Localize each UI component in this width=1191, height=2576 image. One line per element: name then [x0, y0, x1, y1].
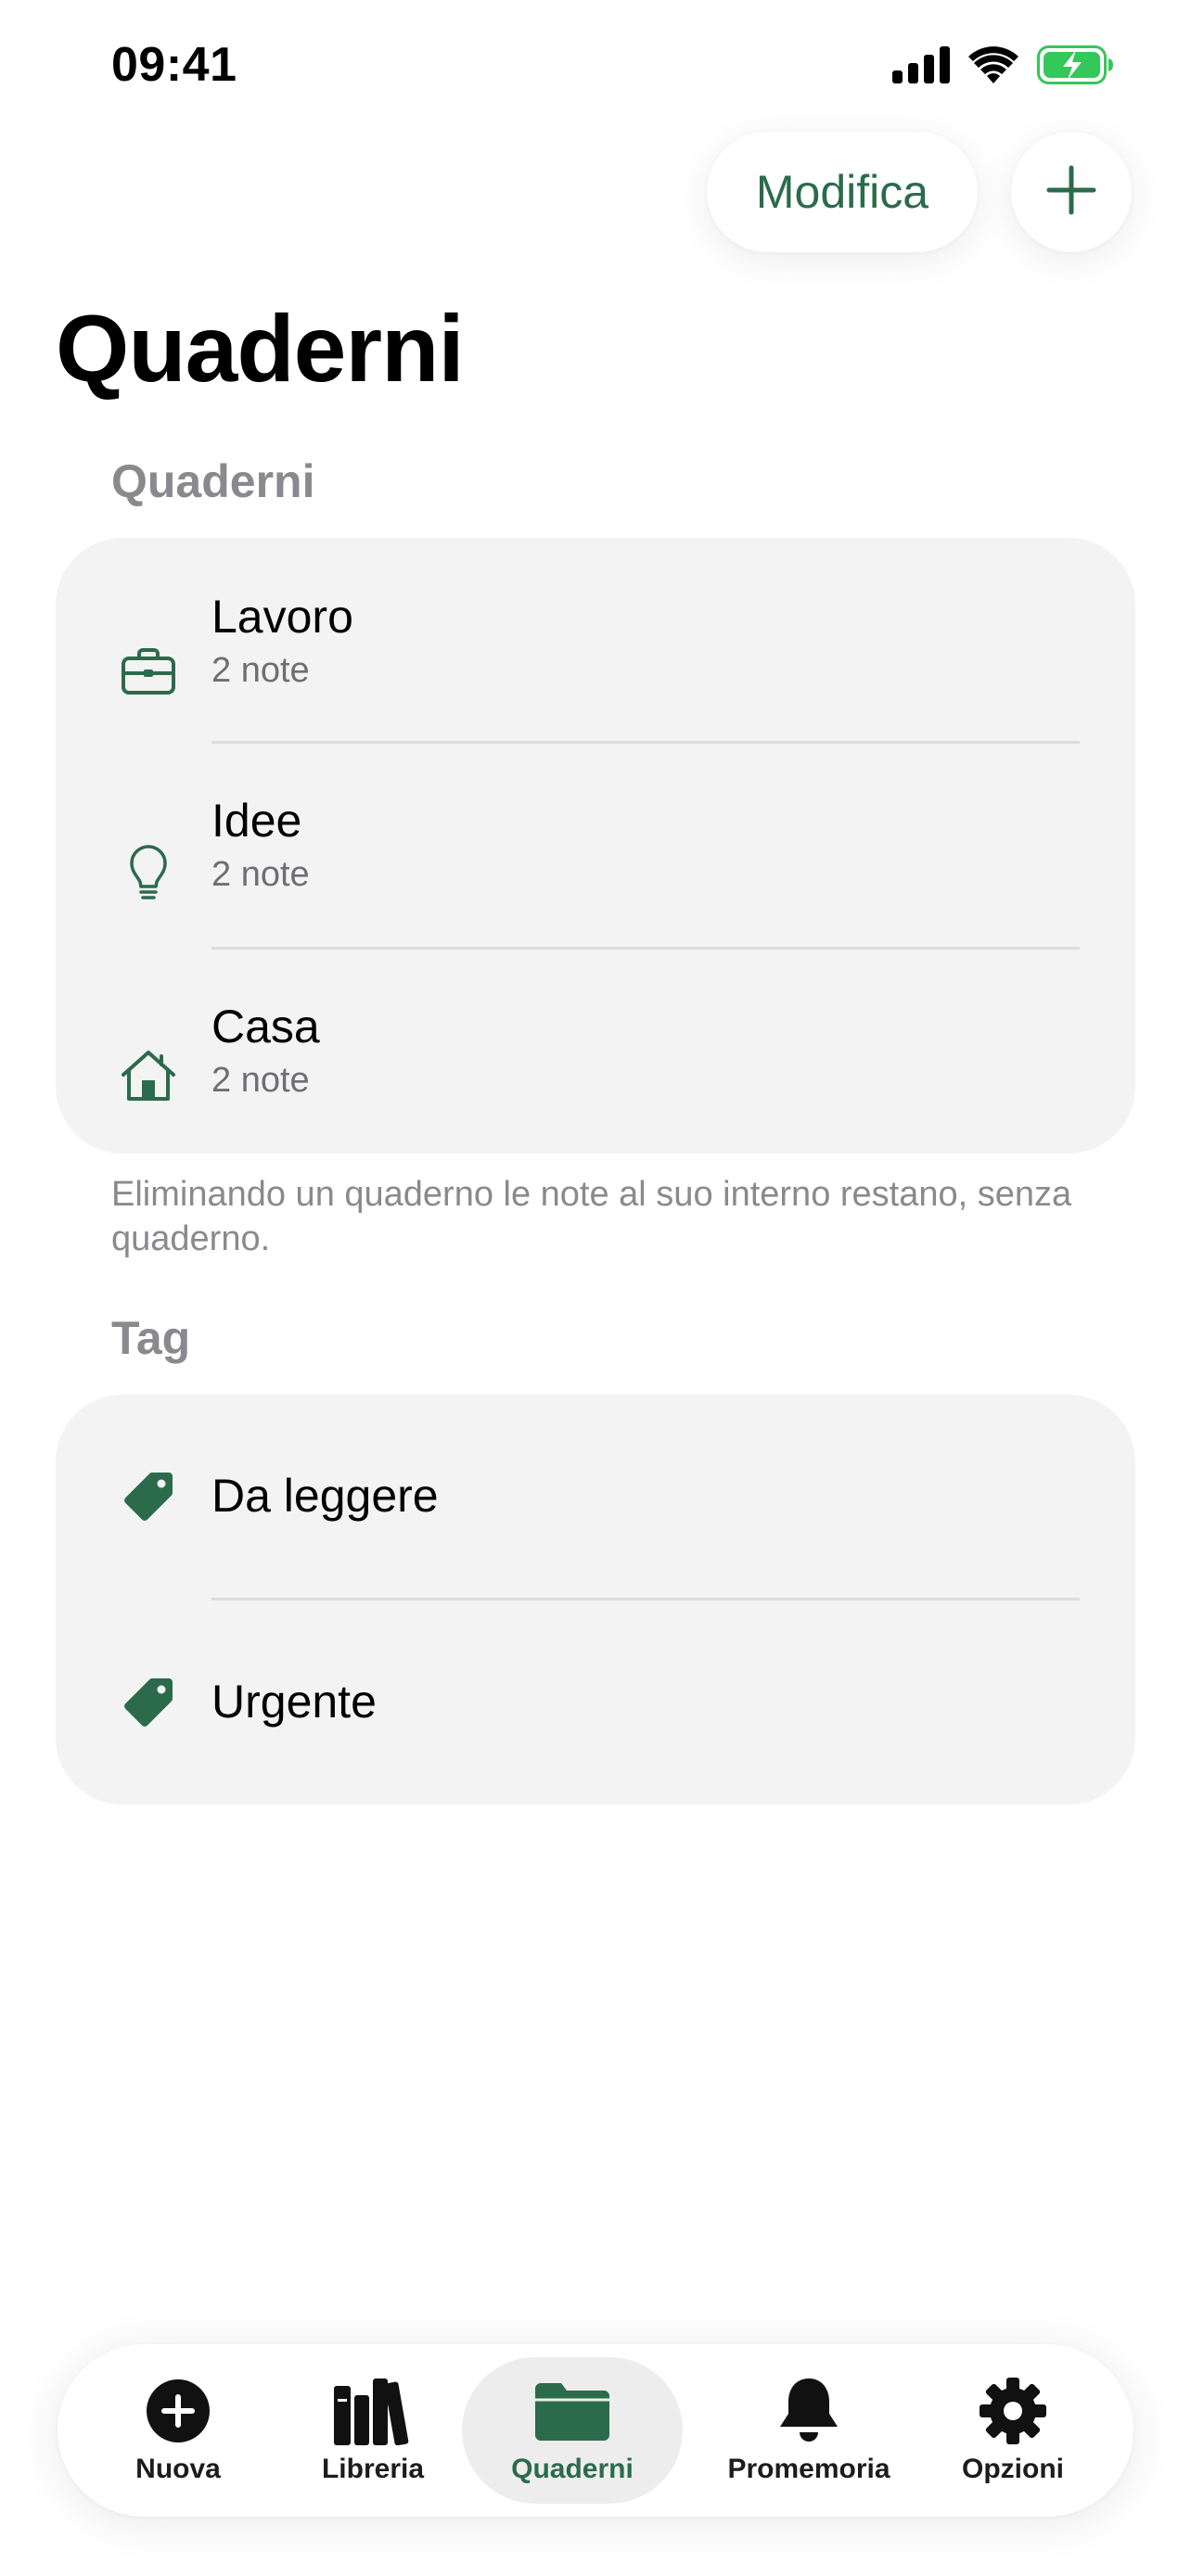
battery-charging-icon	[1037, 45, 1113, 89]
gear-icon	[967, 2374, 1059, 2448]
notebook-item-lavoro[interactable]: Lavoro 2 note	[56, 538, 1135, 742]
tab-label: Libreria	[321, 2454, 425, 2484]
status-time: 09:41	[111, 38, 237, 92]
edit-button[interactable]: Modifica	[707, 132, 978, 252]
wifi-icon	[968, 45, 1018, 88]
tag-icon	[119, 1673, 178, 1732]
cellular-signal-icon	[892, 45, 950, 88]
tab-nuova[interactable]: Nuova	[104, 2344, 252, 2517]
tag-icon	[119, 1467, 178, 1526]
house-icon	[119, 1046, 178, 1105]
page-title: Quaderni	[56, 296, 465, 402]
status-icons	[892, 45, 1113, 89]
tag-title: Urgente	[211, 1676, 377, 1728]
tab-opzioni[interactable]: Opzioni	[939, 2344, 1087, 2517]
tab-label: Opzioni	[962, 2454, 1064, 2484]
tag-item-urgente[interactable]: Urgente	[56, 1600, 1135, 1804]
tag-item-da-leggere[interactable]: Da leggere	[56, 1395, 1135, 1599]
briefcase-icon	[119, 642, 178, 701]
tab-quaderni[interactable]: Quaderni	[462, 2344, 683, 2517]
notebook-note-count: 2 note	[211, 855, 310, 894]
tags-section-header: Tag	[111, 1312, 191, 1364]
add-notebook-button[interactable]	[1011, 132, 1132, 252]
tab-libreria[interactable]: Libreria	[289, 2344, 456, 2517]
bell-icon	[762, 2374, 855, 2448]
notebook-item-casa[interactable]: Casa 2 note	[56, 950, 1135, 1154]
notebook-note-count: 2 note	[211, 651, 310, 690]
notebook-title: Idee	[211, 795, 302, 847]
notebooks-footnote: Eliminando un quaderno le note al suo in…	[111, 1175, 1072, 1258]
plus-icon	[1045, 164, 1097, 221]
tag-title: Da leggere	[211, 1470, 439, 1522]
tab-label: Nuova	[135, 2454, 221, 2484]
notebook-note-count: 2 note	[211, 1061, 310, 1100]
lightbulb-icon	[119, 844, 178, 903]
notebook-title: Lavoro	[211, 591, 353, 643]
tab-label: Quaderni	[511, 2454, 634, 2484]
notebook-title: Casa	[211, 1001, 320, 1052]
books-icon	[327, 2374, 419, 2448]
tab-bar: Nuova Libreria Quaderni Promemoria Opzio…	[58, 2344, 1133, 2517]
notebooks-list: Lavoro 2 note Idee 2 note Casa 2 note	[56, 538, 1135, 1154]
notebooks-section-header: Quaderni	[111, 455, 315, 507]
tags-list: Da leggere Urgente	[56, 1395, 1135, 1804]
tab-promemoria[interactable]: Promemoria	[698, 2344, 920, 2517]
plus-circle-icon	[132, 2374, 224, 2448]
notebook-item-idee[interactable]: Idee 2 note	[56, 744, 1135, 948]
folder-icon	[526, 2374, 619, 2448]
tab-label: Promemoria	[727, 2454, 890, 2484]
